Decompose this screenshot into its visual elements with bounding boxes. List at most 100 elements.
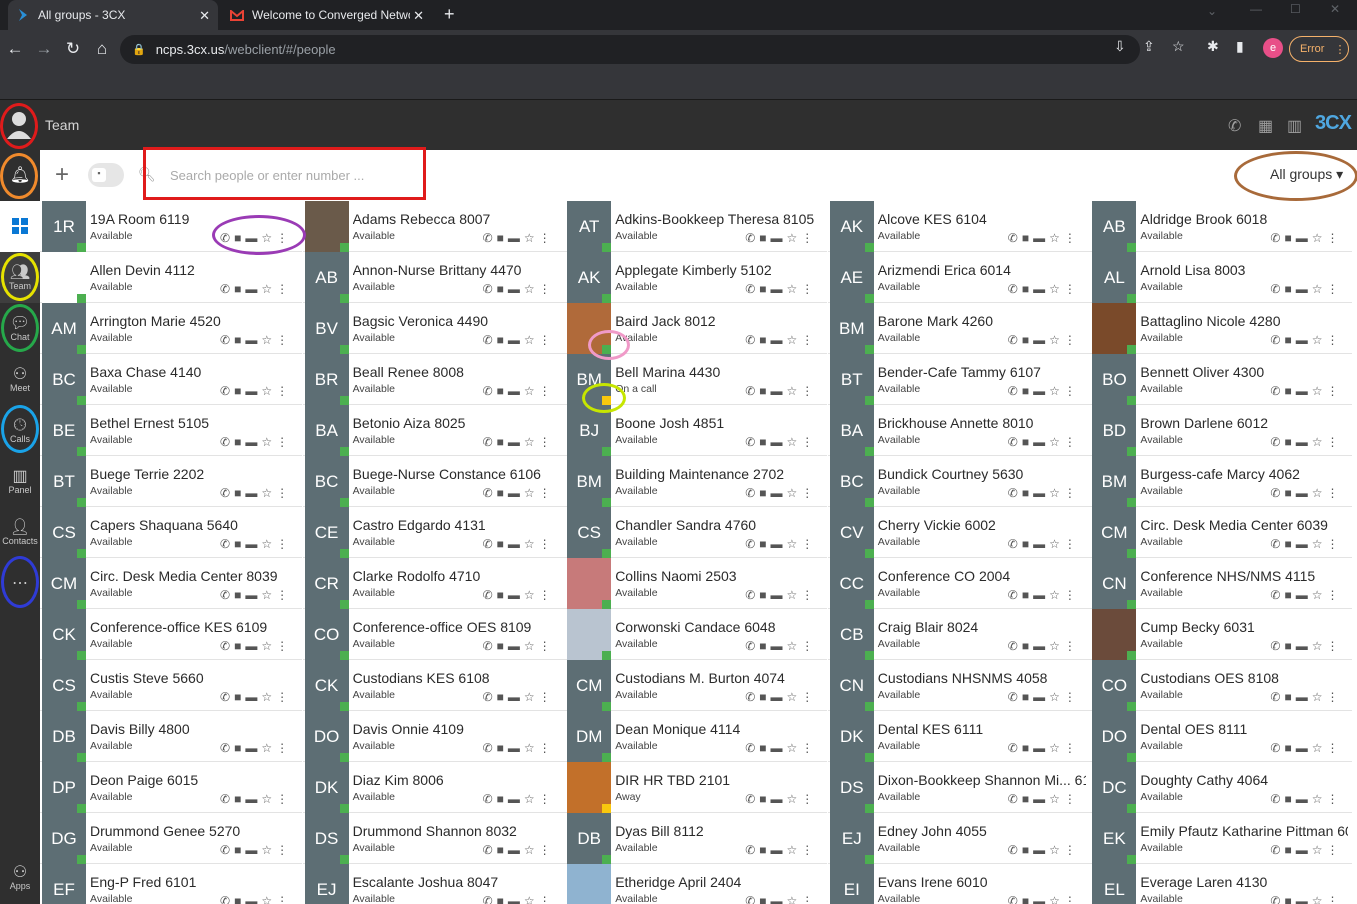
video-icon[interactable]: ■ [497, 537, 505, 551]
star-icon[interactable]: ☆ [1312, 843, 1324, 857]
video-icon[interactable]: ■ [759, 384, 767, 398]
chat-icon[interactable]: ▬ [771, 843, 784, 857]
video-icon[interactable]: ■ [1284, 639, 1292, 653]
more-icon[interactable]: ⋮ [1326, 282, 1339, 296]
more-icon[interactable]: ⋮ [539, 435, 552, 449]
phone-icon[interactable]: ✆ [1008, 588, 1019, 602]
more-icon[interactable]: ⋮ [1326, 333, 1339, 347]
star-icon[interactable]: ☆ [1312, 741, 1324, 755]
chat-icon[interactable]: ▬ [1296, 741, 1309, 755]
contact-card[interactable]: CM Circ. Desk Media Center 6039 Available ✆… [1090, 507, 1353, 558]
video-icon[interactable]: ■ [759, 588, 767, 602]
phone-icon[interactable]: ✆ [1270, 435, 1281, 449]
more-icon[interactable]: ⋮ [276, 486, 289, 500]
contact-card[interactable]: CK Custodians KES 6108 Available ✆ ■ ▬ ☆ ⋮ [302, 660, 565, 711]
star-icon[interactable]: ☆ [524, 231, 536, 245]
contact-card[interactable]: DK Dental KES 6111 Available ✆ ■ ▬ ☆ ⋮ [827, 711, 1090, 762]
star-icon[interactable]: ☆ [524, 537, 536, 551]
contact-card[interactable]: CS Chandler Sandra 4760 Available ✆ ■ ▬ ☆ ⋮ [565, 507, 828, 558]
contact-card[interactable]: DC Doughty Cathy 4064 Available ✆ ■ ▬ ☆ ⋮ [1090, 762, 1353, 813]
video-icon[interactable]: ■ [759, 894, 767, 904]
star-icon[interactable]: ☆ [261, 690, 273, 704]
phone-icon[interactable]: ✆ [745, 588, 756, 602]
star-icon[interactable]: ☆ [261, 282, 273, 296]
video-icon[interactable]: ■ [234, 231, 242, 245]
phone-icon[interactable]: ✆ [220, 384, 231, 398]
star-icon[interactable]: ☆ [261, 384, 273, 398]
star-icon[interactable]: ☆ [1049, 537, 1061, 551]
chat-icon[interactable]: ▬ [1296, 894, 1309, 904]
phone-icon[interactable]: ✆ [745, 639, 756, 653]
chat-icon[interactable]: ▬ [771, 588, 784, 602]
chat-icon[interactable]: ▬ [1033, 435, 1046, 449]
chat-icon[interactable]: ▬ [771, 792, 784, 806]
phone-icon[interactable]: ✆ [220, 333, 231, 347]
video-icon[interactable]: ■ [234, 537, 242, 551]
star-icon[interactable]: ☆ [787, 537, 799, 551]
contact-card[interactable]: CBCump Becky 6031Available✆■▬☆⋮ [1090, 609, 1353, 660]
video-icon[interactable]: ■ [234, 384, 242, 398]
more-icon[interactable]: ⋮ [1064, 486, 1077, 500]
star-icon[interactable]: ☆ [787, 333, 799, 347]
more-icon[interactable]: ⋮ [1064, 231, 1077, 245]
chat-icon[interactable]: ▬ [1033, 486, 1046, 500]
close-icon[interactable]: ✕ [413, 8, 424, 24]
chat-icon[interactable]: ▬ [245, 282, 258, 296]
star-icon[interactable]: ☆ [261, 843, 273, 857]
video-icon[interactable]: ■ [759, 741, 767, 755]
phone-icon[interactable]: ✆ [745, 894, 756, 904]
more-icon[interactable]: ⋮ [276, 690, 289, 704]
chat-icon[interactable]: ▬ [771, 282, 784, 296]
more-icon[interactable]: ⋮ [801, 333, 814, 347]
star-icon[interactable]: ☆ [787, 690, 799, 704]
chat-icon[interactable]: ▬ [508, 282, 521, 296]
star-icon[interactable]: ☆ [524, 282, 536, 296]
video-icon[interactable]: ■ [1284, 333, 1292, 347]
more-icon[interactable]: ⋮ [539, 639, 552, 653]
phone-icon[interactable]: ✆ [220, 741, 231, 755]
phone-icon[interactable]: ✆ [483, 333, 494, 347]
star-icon[interactable]: ☆ [524, 435, 536, 449]
star-icon[interactable]: ☆ [1049, 435, 1061, 449]
contact-card[interactable]: DK Diaz Kim 8006 Available ✆ ■ ▬ ☆ ⋮ [302, 762, 565, 813]
video-icon[interactable]: ■ [1284, 231, 1292, 245]
video-icon[interactable]: ■ [1284, 282, 1292, 296]
chat-icon[interactable]: ▬ [508, 843, 521, 857]
star-icon[interactable]: ☆ [1049, 741, 1061, 755]
chat-icon[interactable]: ▬ [508, 231, 521, 245]
more-icon[interactable]: ⋮ [1326, 894, 1339, 904]
contact-card[interactable]: DG Drummond Genee 5270 Available ✆ ■ ▬ ☆ ⋮ [40, 813, 302, 864]
phone-icon[interactable]: ✆ [745, 537, 756, 551]
contact-card[interactable]: BA Betonio Aiza 8025 Available ✆ ■ ▬ ☆ ⋮ [302, 405, 565, 456]
chat-icon[interactable]: ▬ [1033, 741, 1046, 755]
phone-icon[interactable]: ✆ [220, 894, 231, 904]
chat-icon[interactable]: ▬ [1296, 333, 1309, 347]
maximize-icon[interactable]: ☐ [1290, 2, 1301, 16]
contact-card[interactable]: CM Custodians M. Burton 4074 Available ✆ ■ ▬ ☆… [565, 660, 828, 711]
star-icon[interactable]: ☆ [524, 741, 536, 755]
phone-icon[interactable]: ✆ [745, 231, 756, 245]
video-icon[interactable]: ■ [234, 639, 242, 653]
contact-card[interactable]: DB Davis Billy 4800 Available ✆ ■ ▬ ☆ ⋮ [40, 711, 302, 762]
phone-icon[interactable]: ✆ [1008, 639, 1019, 653]
more-icon[interactable]: ⋮ [276, 741, 289, 755]
chat-icon[interactable]: ▬ [245, 741, 258, 755]
phone-icon[interactable]: ✆ [220, 843, 231, 857]
video-icon[interactable]: ■ [1022, 741, 1030, 755]
more-icon[interactable]: ⋮ [1326, 639, 1339, 653]
star-icon[interactable]: ☆ [787, 843, 799, 857]
video-icon[interactable]: ■ [1022, 486, 1030, 500]
more-icon[interactable]: ⋮ [276, 639, 289, 653]
video-icon[interactable]: ■ [497, 384, 505, 398]
more-icon[interactable]: ⋮ [1064, 537, 1077, 551]
phone-icon[interactable]: ✆ [1270, 537, 1281, 551]
star-icon[interactable]: ☆ [261, 894, 273, 904]
chat-icon[interactable]: ▬ [245, 231, 258, 245]
share-icon[interactable]: ⇪ [1143, 38, 1155, 55]
more-icon[interactable]: ⋮ [801, 588, 814, 602]
video-icon[interactable]: ■ [1284, 792, 1292, 806]
chat-icon[interactable]: ▬ [1296, 537, 1309, 551]
phone-icon[interactable]: ✆ [1270, 588, 1281, 602]
contact-card[interactable]: AM Arrington Marie 4520 Available ✆ ■ ▬ ☆ ⋮ [40, 303, 302, 354]
star-icon[interactable]: ☆ [1312, 435, 1324, 449]
